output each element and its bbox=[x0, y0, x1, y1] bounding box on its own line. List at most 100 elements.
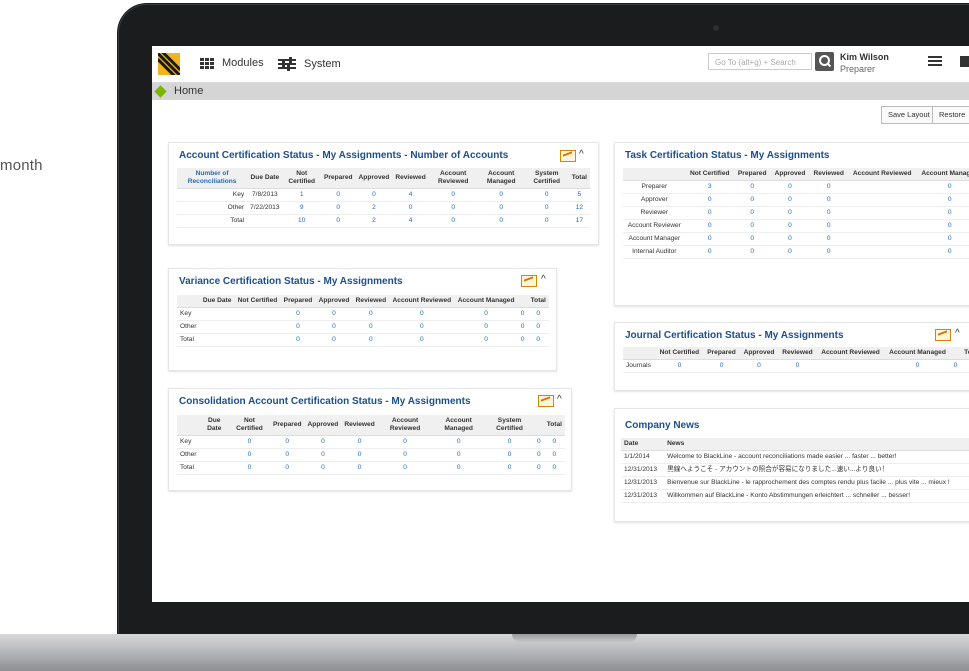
count-link[interactable]: 0 bbox=[389, 307, 455, 321]
count-link[interactable]: 0 bbox=[320, 214, 356, 228]
count-link[interactable]: 0 bbox=[770, 180, 810, 194]
count-link[interactable]: 0 bbox=[517, 333, 528, 347]
news-item[interactable]: Welcome to BlackLine - account reconcili… bbox=[664, 450, 969, 464]
count-link[interactable]: 0 bbox=[304, 448, 342, 462]
count-link[interactable]: 0 bbox=[392, 201, 429, 215]
count-link[interactable]: 0 bbox=[524, 201, 569, 215]
collapse-icon[interactable]: ^ bbox=[955, 328, 960, 339]
count-link[interactable]: 0 bbox=[527, 333, 549, 347]
count-link[interactable]: 0 bbox=[269, 461, 305, 475]
count-link[interactable]: 0 bbox=[477, 188, 525, 202]
count-link[interactable]: 0 bbox=[770, 219, 810, 233]
collapse-icon[interactable]: ^ bbox=[579, 149, 584, 160]
count-link[interactable]: 0 bbox=[733, 193, 771, 207]
count-link[interactable]: 0 bbox=[809, 206, 848, 220]
count-link[interactable]: 0 bbox=[770, 245, 810, 259]
count-link[interactable]: 0 bbox=[770, 232, 810, 246]
count-link[interactable]: 0 bbox=[428, 201, 478, 215]
count-link[interactable]: 0 bbox=[389, 320, 455, 334]
count-link[interactable]: 9 bbox=[282, 201, 321, 215]
save-layout-button[interactable]: Save Layout bbox=[881, 106, 937, 124]
count-link[interactable]: 0 bbox=[517, 320, 528, 334]
count-link[interactable]: 0 bbox=[432, 461, 486, 475]
count-link[interactable]: 0 bbox=[809, 219, 848, 233]
count-link[interactable]: 0 bbox=[228, 461, 270, 475]
count-link[interactable]: 2 bbox=[355, 214, 393, 228]
count-link[interactable]: 0 bbox=[341, 435, 378, 449]
count-link[interactable] bbox=[848, 206, 917, 220]
count-link[interactable]: 2 bbox=[355, 201, 393, 215]
count-link[interactable]: 0 bbox=[685, 232, 734, 246]
count-link[interactable]: 0 bbox=[304, 461, 342, 475]
count-link[interactable]: 0 bbox=[703, 359, 740, 373]
count-link[interactable]: 0 bbox=[432, 448, 486, 462]
count-link[interactable]: 0 bbox=[341, 461, 378, 475]
restore-button[interactable]: Restore bbox=[932, 106, 969, 124]
collapse-icon[interactable]: ^ bbox=[557, 394, 562, 405]
count-link[interactable]: 0 bbox=[352, 333, 390, 347]
count-link[interactable]: 0 bbox=[228, 448, 270, 462]
count-link[interactable]: 0 bbox=[428, 188, 478, 202]
count-link[interactable]: 0 bbox=[534, 435, 544, 449]
count-link[interactable]: 0 bbox=[524, 214, 569, 228]
count-link[interactable]: 0 bbox=[778, 359, 817, 373]
count-link[interactable]: 0 bbox=[916, 206, 969, 220]
count-link[interactable]: 0 bbox=[269, 448, 305, 462]
count-link[interactable]: 0 bbox=[527, 320, 549, 334]
count-link[interactable]: 5 bbox=[568, 188, 590, 202]
count-link[interactable] bbox=[848, 232, 917, 246]
collapse-icon[interactable]: ^ bbox=[541, 274, 546, 285]
count-link[interactable]: 0 bbox=[377, 448, 433, 462]
count-link[interactable]: 0 bbox=[352, 320, 390, 334]
count-link[interactable]: 0 bbox=[320, 188, 356, 202]
breadcrumb-home[interactable]: Home bbox=[174, 85, 203, 97]
count-link[interactable]: 0 bbox=[809, 180, 848, 194]
count-link[interactable]: 0 bbox=[685, 193, 734, 207]
count-link[interactable]: 0 bbox=[485, 435, 535, 449]
count-link[interactable]: 0 bbox=[454, 333, 518, 347]
count-link[interactable]: 0 bbox=[280, 307, 316, 321]
count-link[interactable]: 0 bbox=[543, 435, 565, 449]
count-link[interactable]: 0 bbox=[341, 448, 378, 462]
count-link[interactable]: 17 bbox=[568, 214, 590, 228]
count-link[interactable] bbox=[848, 180, 917, 194]
count-link[interactable]: 0 bbox=[950, 359, 961, 373]
count-link[interactable]: 0 bbox=[432, 435, 486, 449]
count-link[interactable]: 0 bbox=[315, 307, 353, 321]
count-link[interactable]: 0 bbox=[733, 219, 771, 233]
count-link[interactable]: 0 bbox=[524, 188, 569, 202]
count-link[interactable]: 0 bbox=[739, 359, 779, 373]
logo-icon[interactable] bbox=[158, 53, 180, 75]
count-link[interactable]: 0 bbox=[733, 245, 771, 259]
count-link[interactable]: 0 bbox=[770, 206, 810, 220]
search-input[interactable]: Go To (alt+g) + Search bbox=[708, 53, 812, 70]
count-link[interactable]: 0 bbox=[884, 359, 951, 373]
user-name[interactable]: Kim Wilson bbox=[840, 52, 889, 62]
count-link[interactable]: 0 bbox=[377, 435, 433, 449]
count-link[interactable]: 0 bbox=[517, 307, 528, 321]
modules-button[interactable]: Modules bbox=[200, 57, 264, 69]
count-link[interactable]: 0 bbox=[733, 232, 771, 246]
count-link[interactable]: 0 bbox=[916, 193, 969, 207]
count-link[interactable]: 0 bbox=[269, 435, 305, 449]
news-item[interactable]: Bienvenue sur BlackLine - le rapprocheme… bbox=[664, 476, 969, 490]
count-link[interactable]: 0 bbox=[685, 245, 734, 259]
count-link[interactable]: 10 bbox=[282, 214, 321, 228]
count-link[interactable]: 0 bbox=[320, 201, 356, 215]
count-link[interactable] bbox=[848, 219, 917, 233]
count-link[interactable] bbox=[848, 245, 917, 259]
count-link[interactable]: 0 bbox=[377, 461, 433, 475]
count-link[interactable]: 0 bbox=[477, 201, 525, 215]
count-link[interactable]: 0 bbox=[770, 193, 810, 207]
news-item[interactable]: 黒線へようこそ - アカウントの照合が容易になりました...速い...より良い！ bbox=[664, 463, 969, 477]
count-link[interactable]: 0 bbox=[655, 359, 704, 373]
chart-icon[interactable] bbox=[560, 150, 576, 162]
count-link[interactable]: 0 bbox=[916, 245, 969, 259]
list-view-icon[interactable] bbox=[928, 56, 942, 68]
count-link[interactable]: 0 bbox=[428, 214, 478, 228]
count-link[interactable]: 4 bbox=[392, 188, 429, 202]
count-link[interactable]: 0 bbox=[916, 232, 969, 246]
column-header[interactable]: Number of Reconciliations bbox=[177, 168, 248, 189]
mail-icon[interactable] bbox=[960, 56, 969, 67]
count-link[interactable]: 0 bbox=[315, 333, 353, 347]
